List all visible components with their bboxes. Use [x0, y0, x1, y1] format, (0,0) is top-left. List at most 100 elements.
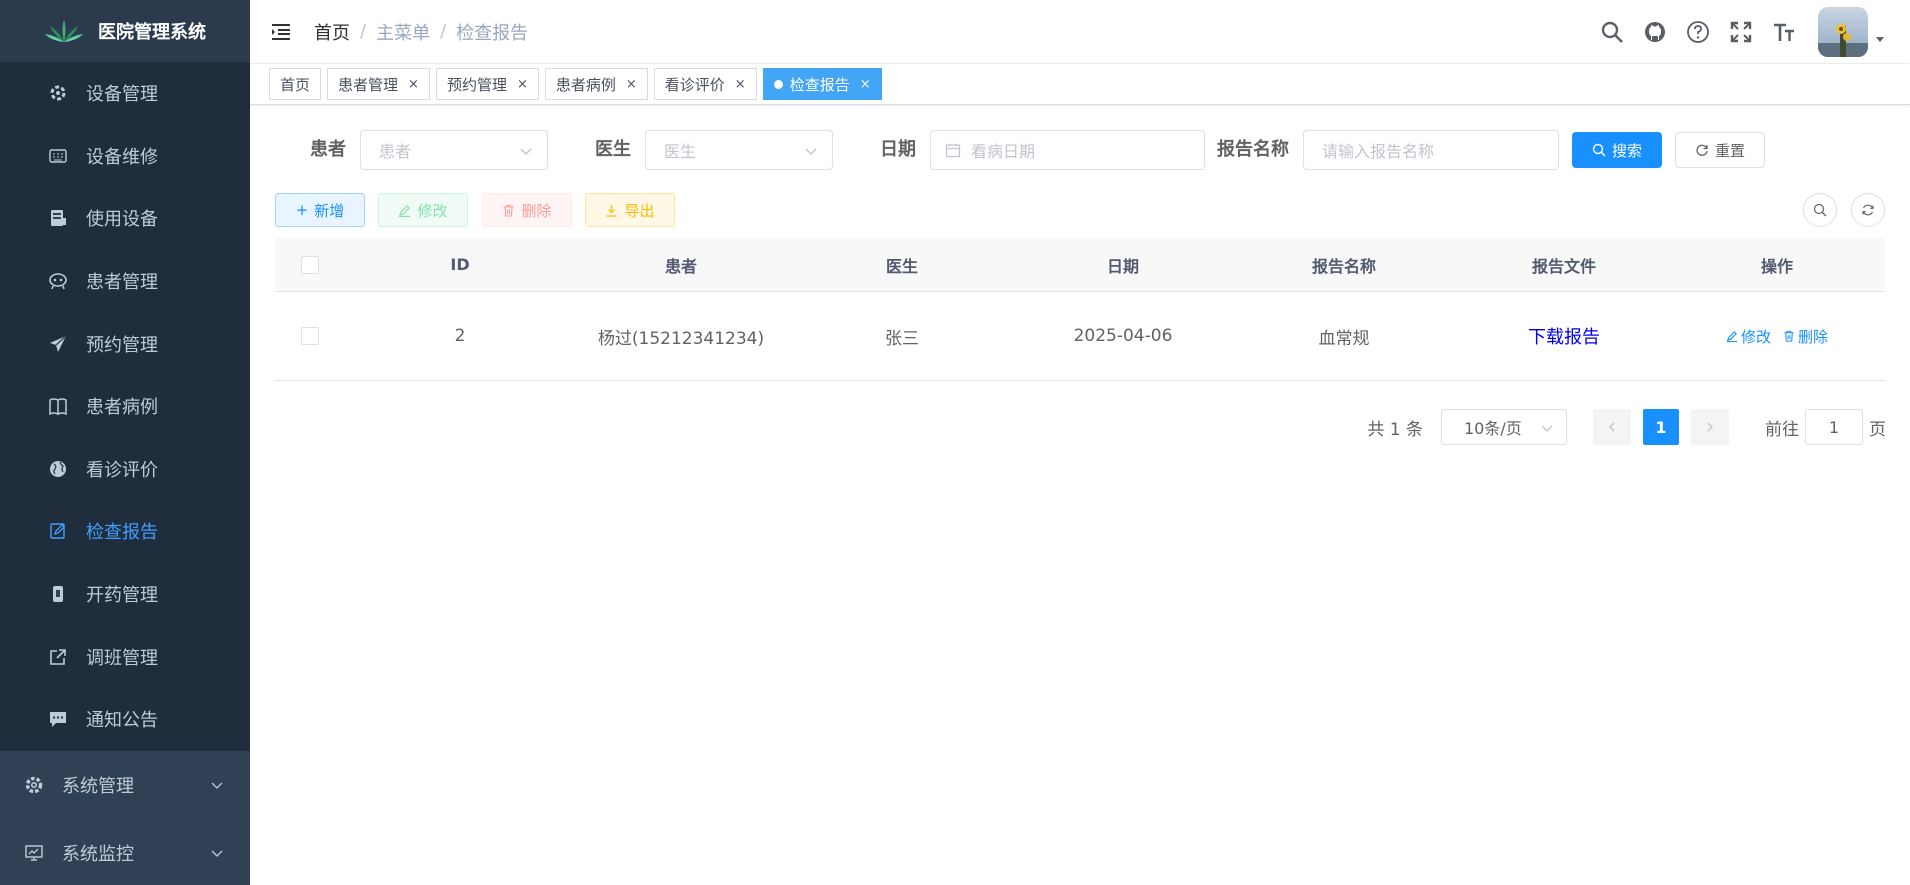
export-button-label: 导出 — [624, 201, 655, 220]
goto-page-input[interactable]: 1 — [1805, 409, 1863, 445]
chevron-right-icon — [1707, 422, 1713, 432]
date-placeholder: 看病日期 — [971, 142, 1036, 161]
fullscreen-icon[interactable] — [1728, 19, 1754, 45]
sidebar-item-prescription[interactable]: 开药管理 — [0, 563, 250, 626]
tag-home[interactable]: 首页 — [269, 68, 322, 100]
chevron-down-icon — [1541, 425, 1553, 432]
doctor-select[interactable]: 医生 — [645, 130, 833, 170]
sidebar-group-label: 系统管理 — [62, 775, 134, 797]
cell-patient: 杨过(15212341234) — [597, 328, 765, 349]
close-icon[interactable]: × — [735, 77, 746, 92]
sidebar-item-label: 开药管理 — [86, 585, 158, 607]
logo[interactable]: 医院管理系统 — [0, 0, 250, 62]
system-settings-icon — [24, 775, 44, 795]
breadcrumb-home[interactable]: 首页 — [314, 19, 350, 45]
trash-icon — [1784, 330, 1794, 342]
refresh-icon — [1696, 144, 1708, 156]
chevron-down-icon — [211, 850, 223, 857]
report-name-label: 报告名称 — [1217, 139, 1289, 160]
report-name-placeholder: 请输入报告名称 — [1322, 142, 1435, 161]
edit-icon — [399, 204, 411, 217]
doctor-label: 医生 — [595, 139, 631, 160]
edit-button[interactable]: 修改 — [378, 193, 468, 227]
external-link-icon — [48, 647, 68, 667]
server-icon — [48, 208, 68, 228]
chevron-down-icon — [520, 148, 532, 155]
prev-page-button[interactable] — [1593, 409, 1631, 445]
select-all-checkbox[interactable] — [301, 255, 319, 274]
sidebar-item-equipment[interactable]: 设备管理 — [0, 62, 250, 125]
tag-appointment[interactable]: 预约管理 × — [435, 68, 539, 100]
action-toolbar: + 新增 修改 删除 导出 — [275, 193, 1885, 229]
search-button[interactable]: 搜索 — [1572, 132, 1662, 168]
sidebar-group-system-monitor[interactable]: 系统监控 — [0, 818, 250, 885]
sidebar-item-label: 检查报告 — [86, 522, 158, 544]
next-page-button[interactable] — [1691, 409, 1729, 445]
close-icon[interactable]: × — [517, 77, 528, 92]
sidebar-group-label: 系统监控 — [62, 843, 134, 865]
page-size-select[interactable]: 10条/页 — [1441, 409, 1567, 445]
sidebar-item-patient-records[interactable]: 患者病例 — [0, 375, 250, 438]
row-edit-button[interactable]: 修改 — [1726, 326, 1771, 347]
hamburger-fold-icon[interactable] — [270, 21, 292, 43]
date-picker[interactable]: 看病日期 — [930, 130, 1205, 170]
add-button[interactable]: + 新增 — [275, 193, 365, 227]
tag-inspection-report[interactable]: 检查报告 × — [762, 68, 882, 100]
sidebar-group-system-management[interactable]: 系统管理 — [0, 750, 250, 819]
sidebar-item-label: 通知公告 — [86, 710, 158, 732]
close-icon[interactable]: × — [626, 77, 637, 92]
tag-patient-records[interactable]: 患者病例 × — [544, 68, 648, 100]
refresh-table-button[interactable] — [1851, 193, 1885, 227]
sidebar-item-appointment[interactable]: 预约管理 — [0, 312, 250, 375]
font-size-icon[interactable] — [1771, 19, 1797, 45]
github-icon[interactable] — [1642, 19, 1668, 45]
sidebar-item-shift-management[interactable]: 调班管理 — [0, 625, 250, 688]
cell-actions: 修改 删除 — [1669, 292, 1885, 380]
cell-report-name: 血常规 — [1318, 328, 1370, 349]
page-number-current[interactable]: 1 — [1643, 409, 1679, 445]
sidebar-item-patient-management[interactable]: 患者管理 — [0, 250, 250, 313]
sidebar-item-equipment-repair[interactable]: 设备维修 — [0, 125, 250, 188]
close-icon[interactable]: × — [408, 77, 419, 92]
tag-patient-management[interactable]: 患者管理 × — [327, 68, 430, 100]
close-icon[interactable]: × — [860, 77, 871, 92]
patient-select[interactable]: 患者 — [360, 130, 548, 170]
sidebar-item-notices[interactable]: 通知公告 — [0, 688, 250, 751]
download-report-link[interactable]: 下载报告 — [1528, 323, 1600, 349]
row-delete-button[interactable]: 删除 — [1783, 326, 1828, 347]
search-icon — [1813, 203, 1827, 217]
toggle-search-button[interactable] — [1803, 193, 1837, 227]
pill-icon — [48, 584, 68, 604]
search-icon — [1592, 143, 1606, 157]
reset-button[interactable]: 重置 — [1675, 132, 1765, 168]
row-checkbox[interactable] — [301, 327, 319, 345]
avatar[interactable] — [1818, 7, 1868, 57]
search-form: 患者 患者 医生 医生 日期 看病日期 报告名称 请输入报告名称 搜索 重置 — [250, 130, 1910, 170]
search-icon[interactable] — [1599, 19, 1625, 45]
help-icon[interactable] — [1685, 19, 1711, 45]
header-date: 日期 — [1106, 256, 1139, 276]
plus-icon: + — [295, 201, 309, 219]
breadcrumb: 首页 / 主菜单 / 检查报告 — [314, 19, 528, 45]
caret-down-icon[interactable] — [1874, 33, 1886, 45]
tag-label: 患者管理 — [338, 75, 399, 94]
edit-icon — [1726, 331, 1738, 342]
tag-consultation-review[interactable]: 看诊评价 × — [653, 68, 757, 100]
sidebar-item-use-equipment[interactable]: 使用设备 — [0, 187, 250, 250]
header-doctor: 医生 — [885, 256, 918, 276]
keyboard-icon — [48, 146, 68, 166]
delete-button[interactable]: 删除 — [482, 193, 572, 227]
breadcrumb-current: 检查报告 — [456, 22, 529, 44]
sidebar-item-consultation-review[interactable]: 看诊评价 — [0, 438, 250, 501]
sidebar-item-label: 患者管理 — [86, 272, 158, 294]
export-button[interactable]: 导出 — [585, 193, 675, 227]
tag-label: 看诊评价 — [664, 75, 725, 94]
header-patient: 患者 — [664, 256, 697, 276]
app-root: 医院管理系统 设备管理 设备维修 使用设备 患者管理 预约管理 患者病例 看诊评… — [0, 0, 1910, 885]
header-report-file: 报告文件 — [1531, 256, 1596, 276]
sidebar-item-label: 使用设备 — [86, 209, 158, 231]
download-icon — [606, 204, 617, 217]
sidebar-item-inspection-report[interactable]: 检查报告 — [0, 500, 250, 563]
report-name-input[interactable]: 请输入报告名称 — [1303, 130, 1559, 170]
sidebar-item-label: 看诊评价 — [86, 459, 158, 481]
